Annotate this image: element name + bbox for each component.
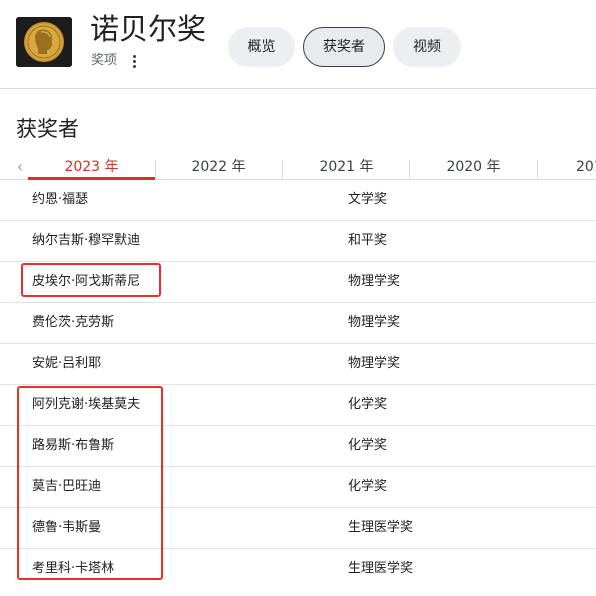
laureate-award: 文学奖 [348,192,388,207]
highlight-box-physics-laureate [21,263,161,297]
laureate-name[interactable]: 安妮·吕利耶 [32,344,101,384]
tab-videos[interactable]: 视频 [393,27,461,67]
laureate-award: 生理医学奖 [348,561,414,576]
laureate-name[interactable]: 费伦茨·克劳斯 [32,303,114,343]
list-item[interactable]: 费伦茨·克劳斯 物理学奖 [0,303,596,344]
header-divider [0,88,596,89]
section-title: 获奖者 [16,117,79,141]
tab-separator [155,160,156,178]
year-tab-2020[interactable]: 2020 年 [410,157,537,179]
list-item[interactable]: 纳尔吉斯·穆罕默迪 和平奖 [0,221,596,262]
laureate-award: 化学奖 [348,438,388,453]
year-tab-2021[interactable]: 2021 年 [283,157,410,179]
nobel-medal-icon [16,17,72,67]
year-tab-2019[interactable]: 201 [538,157,596,179]
tab-separator [282,160,283,178]
laureate-award: 生理医学奖 [348,520,414,535]
laureate-award: 和平奖 [348,233,388,248]
page-title: 诺贝尔奖 [90,12,207,46]
tab-separator [409,160,410,178]
laureate-award: 化学奖 [348,479,388,494]
year-tab-2023[interactable]: 2023 年 [28,157,155,179]
laureate-name[interactable]: 纳尔吉斯·穆罕默迪 [32,221,140,261]
highlight-box-chemistry-medicine-laureates [17,386,163,580]
knowledge-panel-header: 诺贝尔奖 奖项 概览 获奖者 视频 [0,0,596,88]
tab-separator [537,160,538,178]
laureate-award: 物理学奖 [348,315,401,330]
list-item[interactable]: 约恩·福瑟 文学奖 [0,180,596,221]
tab-laureates[interactable]: 获奖者 [303,27,385,67]
year-tab-2022[interactable]: 2022 年 [155,157,282,179]
tab-overview[interactable]: 概览 [228,27,295,67]
more-vertical-icon[interactable] [128,52,140,70]
list-item[interactable]: 安妮·吕利耶 物理学奖 [0,344,596,385]
laureate-award: 物理学奖 [348,274,401,289]
chevron-left-icon[interactable]: ‹ [12,157,28,177]
laureate-award: 化学奖 [348,397,388,412]
laureate-award: 物理学奖 [348,356,401,371]
laureate-name[interactable]: 约恩·福瑟 [32,180,88,220]
entity-type-label: 奖项 [91,53,118,68]
